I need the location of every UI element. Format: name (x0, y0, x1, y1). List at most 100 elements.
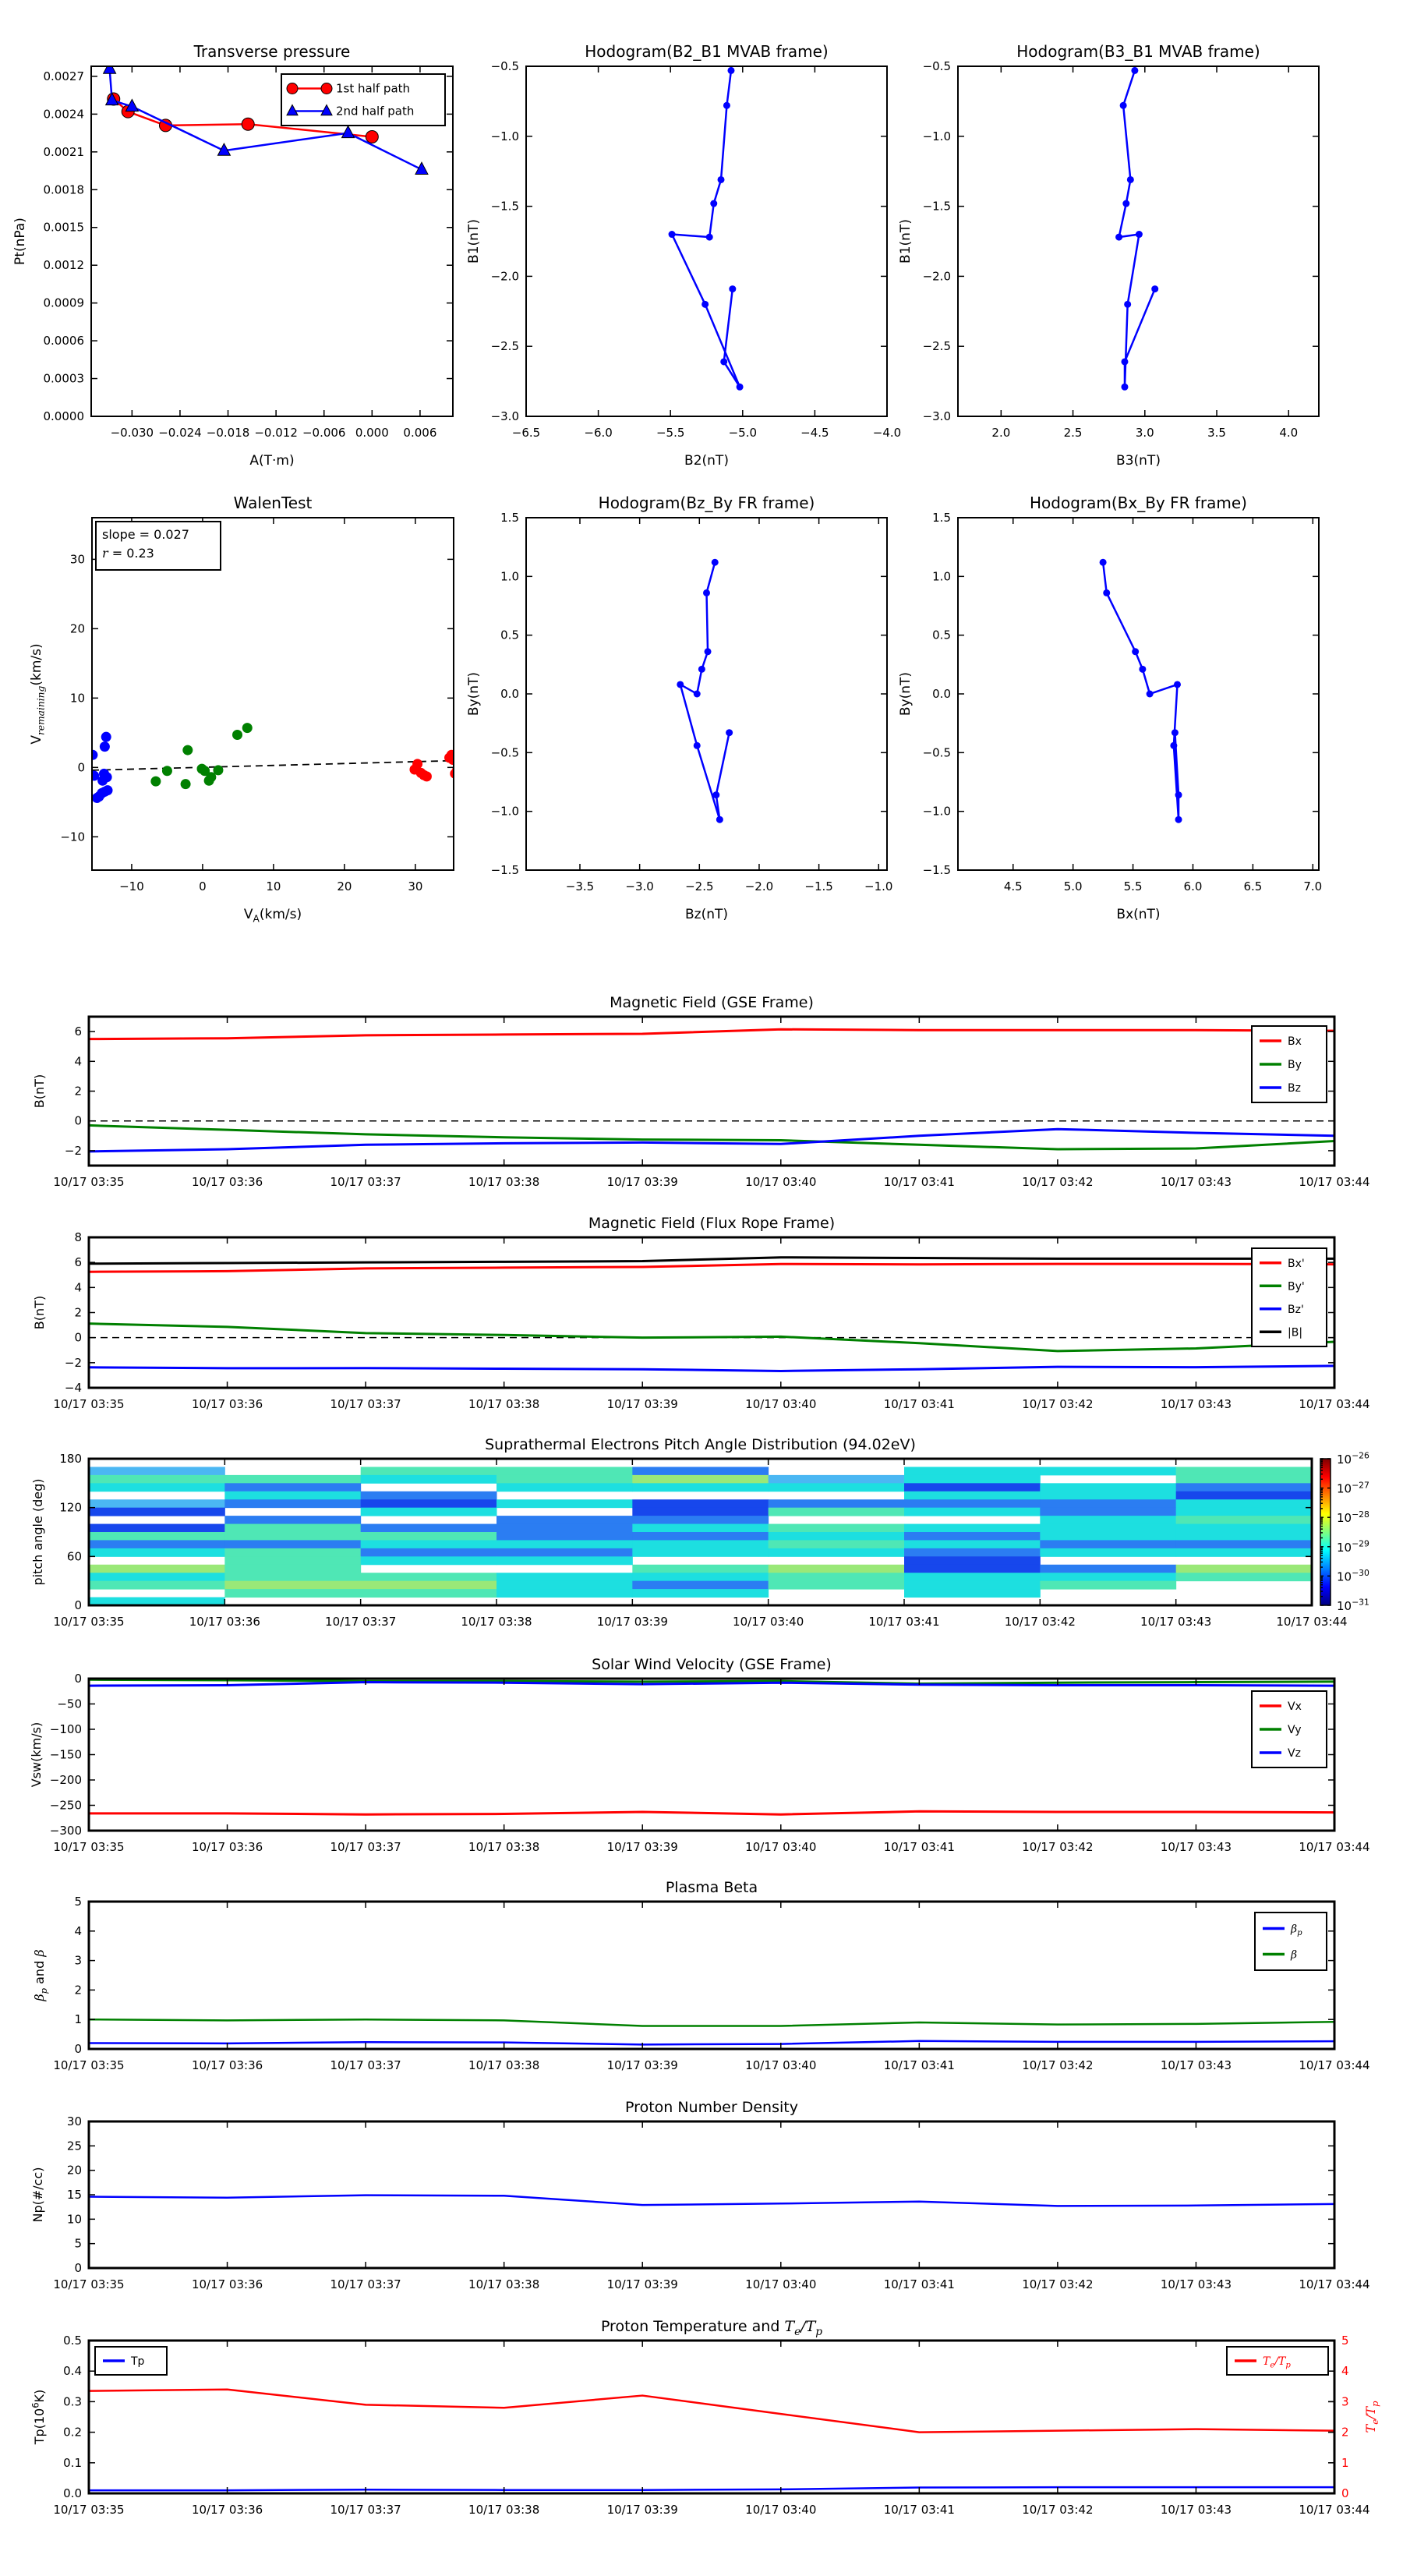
plot-area (89, 2388, 1334, 2492)
x-tick-label: −1.5 (804, 879, 832, 893)
y-tick-label: −2 (65, 1356, 82, 1370)
plot-frame (525, 517, 888, 871)
y-tick-label: 1 (74, 2012, 82, 2026)
marker-scatter (213, 765, 224, 776)
panel-title: Hodogram(B2_B1 MVAB frame) (585, 42, 828, 61)
y-tick-label: 0.0015 (44, 221, 85, 235)
annotation-box: slope = 0.027 r = 0.23 (95, 521, 221, 571)
flux-rope-analysis-figure: −0.030 −0.024 −0.018 −0.012 −0.006 0.000 0.006… (0, 0, 1403, 2573)
marker-scatter (99, 741, 110, 752)
x-ticks: 4.5 5.0 5.5 6.0 6.5 7.0 (1004, 518, 1322, 893)
x-tick-label: 0.000 (355, 426, 389, 440)
y-tick-label: 0 (74, 1598, 82, 1612)
time-tick-label: 10/17 03:43 (1161, 2503, 1232, 2517)
plot-area (677, 558, 733, 823)
marker-dot (716, 816, 723, 823)
y-tick-label: 0 (74, 1331, 82, 1345)
panel-pitch-angle-spectrogram: 10/17 03:35 10/17 03:36 10/17 03:37 10/17 0… (30, 1451, 1369, 1629)
panel-title: Magnetic Field (Flux Rope Frame) (588, 1215, 835, 1232)
x-ticks: −10 0 10 20 30 (119, 518, 422, 893)
time-tick-label: 10/17 03:42 (1005, 1615, 1076, 1629)
time-tick-label: 10/17 03:37 (330, 1840, 401, 1854)
y-tick-label: 0 (77, 760, 85, 774)
plot-area (89, 2194, 1334, 2207)
time-tick-label: 10/17 03:41 (884, 2277, 955, 2291)
marker-dot (1115, 233, 1123, 241)
x-tick-label: 30 (408, 879, 422, 893)
y-tick-label: 0.0024 (44, 107, 85, 121)
time-tick-label: 10/17 03:39 (597, 1615, 668, 1629)
y-tick-label: 8 (74, 1230, 82, 1244)
series-line (89, 1256, 1334, 1265)
marker-dot (1171, 729, 1179, 737)
y-tick-label: −2.5 (491, 339, 519, 353)
y-tick-label: −100 (50, 1722, 82, 1736)
time-tick-label: 10/17 03:40 (745, 2058, 816, 2072)
y-tick-label-right: 2 (1341, 2426, 1349, 2440)
legend-label: 1st half path (336, 82, 410, 96)
legend-label: β (1290, 1949, 1297, 1962)
panel-hodogram-b3b1: 2.0 2.5 3.0 3.5 4.0 −3.0 −2.5 −2.0 −1.5 −1.0 −0.5 B… (898, 59, 1320, 469)
y-tick-label: −3.0 (923, 409, 951, 423)
legend-label: Vy (1288, 1724, 1302, 1736)
panel-transverse-pressure: −0.030 −0.024 −0.018 −0.012 −0.006 0.000 0.006… (12, 65, 454, 469)
marker-dot (726, 729, 733, 737)
y-tick-label: −300 (50, 1824, 82, 1838)
panel-title: Proton Temperature and Te/Tp (601, 2318, 822, 2338)
marker-scatter (421, 771, 432, 782)
marker-dot (693, 690, 701, 698)
y-tick-label: 120 (59, 1501, 82, 1515)
marker-scatter (242, 723, 253, 734)
time-tick-label: 10/17 03:40 (745, 2277, 816, 2291)
marker-dot (703, 589, 710, 596)
plot-frame (957, 517, 1320, 871)
legend: Bx By Bz (1251, 1025, 1327, 1103)
marker-dot (723, 101, 730, 109)
y-tick-label: 0.0000 (44, 409, 85, 423)
y-tick-label: 1.0 (500, 569, 519, 583)
legend: Vx Vy Vz (1251, 1690, 1327, 1768)
y-tick-label: −10 (60, 830, 85, 844)
y-tick-label: 0 (74, 1672, 82, 1686)
y-tick-label: −1.0 (923, 805, 951, 819)
y-ticks: 0.0 0.1 0.2 0.3 0.4 0.5 (63, 2334, 1334, 2500)
y-ticks: −1.5 −1.0 −0.5 0.0 0.5 1.0 1.5 (923, 511, 1319, 877)
marker-circle (241, 117, 255, 131)
time-tick-label: 10/17 03:37 (330, 2058, 401, 2072)
legend-label: Vz (1288, 1747, 1301, 1760)
panel-hodogram-bxby: 4.5 5.0 5.5 6.0 6.5 7.0 −1.5 −1.0 −0.5 0.0 0.5 1.0 1… (898, 511, 1322, 922)
y-tick-label: 1.5 (500, 511, 519, 525)
time-tick-label: 10/17 03:39 (607, 2503, 678, 2517)
x-tick-label: −4.0 (873, 426, 901, 440)
y-axis-label: Pt(nPa) (12, 218, 28, 265)
panel-title: Hodogram(Bz_By FR frame) (599, 494, 815, 512)
y-ticks: 0 1 2 3 4 5 (1341, 2334, 1349, 2500)
y-axis-label: Tp(106K) (30, 2390, 47, 2446)
x-tick-label: −6.0 (584, 426, 612, 440)
x-tick-label: −5.0 (729, 426, 757, 440)
panel-title: Suprathermal Electrons Pitch Angle Distr… (485, 1436, 916, 1453)
legend-label: Vx (1288, 1700, 1302, 1713)
y-tick-label: −2.5 (923, 339, 951, 353)
y-tick-label: −250 (50, 1799, 82, 1813)
time-tick-label: 10/17 03:44 (1299, 1175, 1369, 1189)
x-tick-label: 2.5 (1064, 426, 1083, 440)
y-tick-label: −1.5 (923, 863, 951, 877)
time-tick-label: 10/17 03:35 (53, 2058, 124, 2072)
y-tick-label: −0.5 (491, 59, 519, 73)
time-tick-label: 10/17 03:44 (1299, 2503, 1369, 2517)
time-tick-label: 10/17 03:40 (745, 1840, 816, 1854)
y-tick-label: −150 (50, 1748, 82, 1762)
x-tick-label: 20 (337, 879, 352, 893)
colorbar-label: 10−28 (1337, 1509, 1369, 1525)
time-tick-label: 10/17 03:35 (53, 1840, 124, 1854)
y-tick-label: −2.0 (491, 269, 519, 283)
marker-dot (693, 741, 701, 749)
time-tick-label: 10/17 03:41 (884, 1397, 955, 1411)
panel-title: Plasma Beta (666, 1879, 758, 1896)
time-tick-label: 10/17 03:39 (607, 1840, 678, 1854)
y-tick-label: −1.5 (923, 200, 951, 214)
y-tick-label: −3.0 (491, 409, 519, 423)
marker-dot (1173, 681, 1181, 688)
marker-scatter (180, 779, 191, 790)
